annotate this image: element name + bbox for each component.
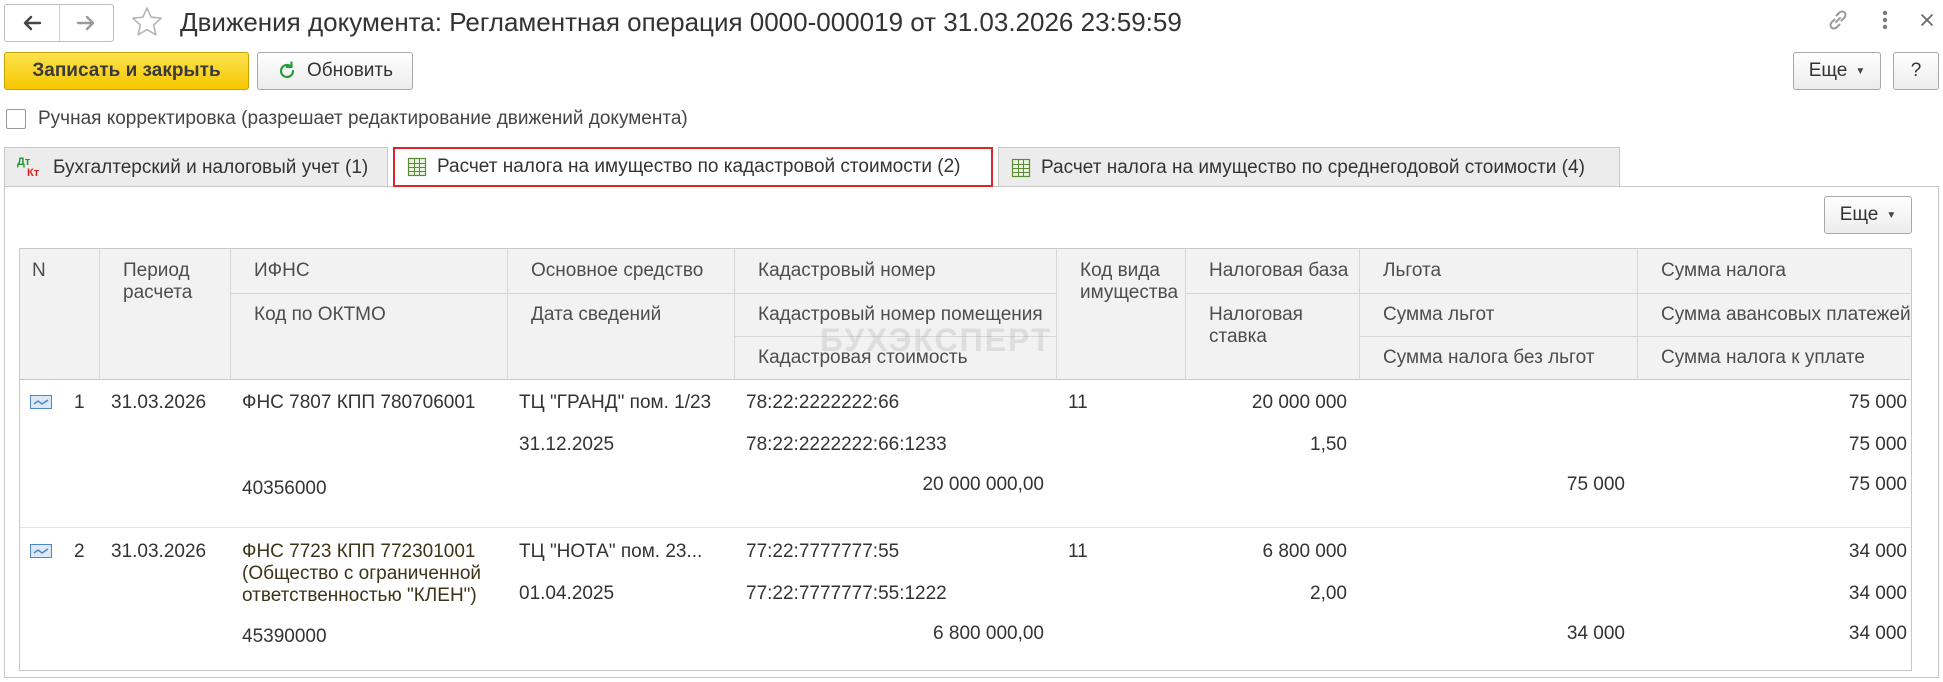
- row-divider: [20, 527, 1911, 528]
- row-tax-rate: 1,50: [1310, 434, 1347, 455]
- row-advance-sum: 34 000: [1848, 583, 1907, 604]
- col-header-ifns[interactable]: ИФНС: [242, 260, 310, 282]
- row-tax-base: 6 800 000: [1262, 541, 1347, 562]
- manual-correction-checkbox[interactable]: [6, 109, 26, 129]
- row-oktmo: 40356000: [242, 478, 327, 499]
- col-header-period-1[interactable]: Период: [111, 260, 190, 282]
- register-grid-icon: [407, 157, 427, 177]
- row-oktmo: 45390000: [242, 626, 327, 647]
- col-header-n[interactable]: N: [20, 260, 46, 282]
- col-header-tax-sum[interactable]: Сумма налога: [1649, 260, 1786, 282]
- tab-average-annual-tax-label: Расчет налога на имущество по среднегодо…: [1041, 156, 1585, 178]
- tab-accounting[interactable]: Дт Кт Бухгалтерский и налоговый учет (1): [4, 147, 388, 187]
- row-info-date: 31.12.2025: [519, 434, 615, 455]
- row-cad-value: 20 000 000,00: [922, 474, 1044, 495]
- refresh-label: Обновить: [306, 60, 394, 81]
- more-menu-label: Еще: [1808, 60, 1848, 81]
- save-and-close-label: Записать и закрыть: [32, 60, 221, 81]
- record-row-icon: [30, 544, 52, 558]
- arrow-left-icon: [23, 15, 41, 31]
- col-header-tax-payable[interactable]: Сумма налога к уплате: [1649, 347, 1865, 369]
- row-cad-value: 6 800 000,00: [933, 623, 1044, 644]
- row-tax-rate: 2,00: [1310, 583, 1347, 604]
- row-ifns-line-3: ответственностью "КЛЕН"): [242, 585, 477, 606]
- col-header-tax-rate-1[interactable]: Налоговая: [1197, 304, 1303, 326]
- manual-correction-label: Ручная корректировка (разрешает редактир…: [38, 108, 688, 129]
- row-cad-room: 78:22:2222222:66:1233: [746, 434, 947, 455]
- row-period: 31.03.2026: [111, 392, 207, 413]
- row-tax-base: 20 000 000: [1251, 392, 1347, 413]
- link-icon[interactable]: [1824, 6, 1852, 34]
- dt-kt-icon: Дт Кт: [17, 155, 40, 179]
- col-header-asset[interactable]: Основное средство: [519, 260, 703, 282]
- col-header-benefit[interactable]: Льгота: [1371, 260, 1441, 282]
- help-button[interactable]: ?: [1893, 52, 1939, 90]
- row-asset: ТЦ "ГРАНД" пом. 1/23: [519, 392, 712, 413]
- row-asset: ТЦ "НОТА" пом. 23...: [519, 541, 703, 562]
- row-n: 1: [74, 392, 85, 413]
- record-row-icon: [30, 395, 52, 409]
- row-tax-no-benefit: 34 000: [1566, 623, 1625, 644]
- row-ifns-line-2: (Общество с ограниченной: [242, 563, 482, 584]
- window-title: Движения документа: Регламентная операци…: [180, 7, 1182, 37]
- watermark-logo: БУХЭКСПЕРТ: [820, 322, 1053, 358]
- row-info-date: 01.04.2025: [519, 583, 615, 604]
- help-label: ?: [1910, 60, 1922, 81]
- panel-more-label: Еще: [1839, 204, 1879, 225]
- row-ifns: ФНС 7807 КПП 780706001: [242, 392, 476, 413]
- col-header-tax-rate-2[interactable]: ставка: [1197, 326, 1267, 348]
- save-and-close-button[interactable]: Записать и закрыть: [4, 52, 249, 90]
- col-header-period-2[interactable]: расчета: [111, 282, 192, 304]
- col-header-asset-kind-1[interactable]: Код вида: [1068, 260, 1160, 282]
- panel-more-button[interactable]: Еще ▼: [1824, 196, 1912, 234]
- row-tax-payable: 75 000: [1848, 474, 1907, 495]
- navigation-buttons: [4, 4, 114, 42]
- tab-accounting-label: Бухгалтерский и налоговый учет (1): [53, 156, 369, 178]
- close-icon[interactable]: [1916, 8, 1938, 32]
- row-n: 2: [74, 541, 85, 562]
- row-cad-number: 77:22:7777777:55: [746, 541, 900, 562]
- more-vertical-icon[interactable]: [1874, 6, 1896, 34]
- chevron-down-icon: ▼: [1886, 209, 1897, 221]
- row-cad-room: 77:22:7777777:55:1222: [746, 583, 947, 604]
- back-button[interactable]: [5, 5, 59, 41]
- refresh-icon: [279, 61, 295, 79]
- tab-cadastral-tax[interactable]: Расчет налога на имущество по кадастрово…: [393, 147, 993, 187]
- forward-button[interactable]: [58, 5, 114, 41]
- row-period: 31.03.2026: [111, 541, 207, 562]
- tab-cadastral-tax-label: Расчет налога на имущество по кадастрово…: [437, 156, 961, 177]
- row-asset-kind: 11: [1068, 392, 1088, 413]
- col-header-cad-number[interactable]: Кадастровый номер: [746, 260, 936, 282]
- arrow-right-icon: [77, 15, 95, 31]
- table-header: N Период расчета ИФНС Код по ОКТМО Основ…: [20, 249, 1911, 380]
- row-cad-number: 78:22:2222222:66: [746, 392, 900, 413]
- favorite-star-icon[interactable]: [130, 5, 164, 39]
- register-grid-icon: [1011, 158, 1031, 177]
- col-header-advance-sum[interactable]: Сумма авансовых платежей: [1649, 304, 1911, 326]
- col-header-benefit-sum[interactable]: Сумма льгот: [1371, 304, 1494, 326]
- col-header-tax-no-benefit[interactable]: Сумма налога без льгот: [1371, 347, 1594, 369]
- more-menu-button[interactable]: Еще ▼: [1793, 52, 1881, 90]
- col-header-tax-base[interactable]: Налоговая база: [1197, 260, 1348, 282]
- col-header-oktmo[interactable]: Код по ОКТМО: [242, 304, 386, 326]
- row-asset-kind: 11: [1068, 541, 1088, 562]
- row-tax-payable: 34 000: [1848, 623, 1907, 644]
- tab-average-annual-tax[interactable]: Расчет налога на имущество по среднегодо…: [998, 147, 1620, 187]
- col-header-info-date[interactable]: Дата сведений: [519, 304, 661, 326]
- refresh-button[interactable]: Обновить: [257, 52, 413, 90]
- row-tax-sum: 75 000: [1848, 392, 1907, 413]
- row-advance-sum: 75 000: [1848, 434, 1907, 455]
- row-ifns: ФНС 7723 КПП 772301001: [242, 541, 476, 562]
- chevron-down-icon: ▼: [1855, 65, 1866, 77]
- movements-table: N Период расчета ИФНС Код по ОКТМО Основ…: [19, 248, 1912, 671]
- row-tax-sum: 34 000: [1848, 541, 1907, 562]
- col-header-asset-kind-2[interactable]: имущества: [1068, 282, 1178, 304]
- row-tax-no-benefit: 75 000: [1566, 474, 1625, 495]
